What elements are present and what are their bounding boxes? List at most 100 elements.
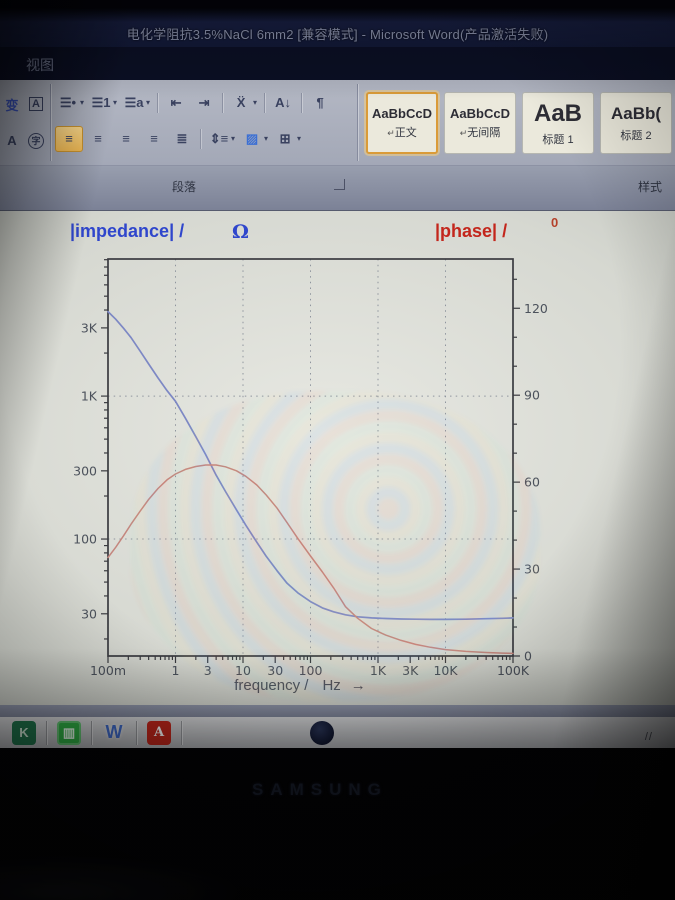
borders-button[interactable]: ⊞ ▾ [272,127,303,151]
bode-chart-object[interactable]: 100m 1 3 10 30 100 1K 3K 10K 100K 30 100 300 1K 3K 0 30 6… [0,249,675,689]
impedance-unit: Ω [232,221,249,243]
divider [200,128,201,149]
justify-icon: ≡ [150,131,158,146]
phase-axis-title: |phase| / [435,221,508,241]
decrease-indent-icon: ⇤ [170,94,182,110]
style-card-normal[interactable]: AaBbCcD ↵正文 [366,92,438,154]
chevron-down-icon: ▾ [80,98,85,107]
sort-icon: A↓ [275,95,291,110]
paragraph-group-label: 段落 [172,180,197,194]
taskbar-separator [181,720,182,745]
taskbar-separator [46,720,47,745]
word-taskbar-icon[interactable]: W [102,721,126,745]
group-divider [357,84,358,161]
document-area[interactable]: |impedance| / Ω |phase| / 0 100m 1 3 10 30 10… [0,210,675,706]
line-spacing-icon: ⇕≡ [209,130,229,146]
increase-indent-icon: ⇥ [198,94,210,110]
numbering-button[interactable]: ☰1 ▾ [88,91,119,115]
word-status-band [0,705,675,717]
svg-text:120: 120 [524,301,548,316]
svg-text:90: 90 [524,388,540,403]
style-name: ↵无间隔 [459,127,501,139]
character-border-icon[interactable]: A [25,93,47,115]
ribbon-tab-bar: 视图 [0,47,675,80]
style-card-heading1[interactable]: AaB 标题 1 [522,92,594,154]
justify-button[interactable]: ≡ [141,127,167,151]
svg-text:3K: 3K [81,320,98,335]
borders-icon: ⊞ [279,130,291,146]
svg-text:30: 30 [524,562,540,577]
svg-text:100K: 100K [497,663,530,678]
divider [301,92,303,113]
svg-text:100: 100 [299,663,323,678]
style-card-heading2[interactable]: AaBb( 标题 2 [600,92,672,154]
window-title: 电化学阻抗3.5%NaCl 6mm2 [兼容模式] - Microsoft Wo… [126,27,549,42]
taskbar: K ▥ W A // [0,717,675,748]
svg-text:10: 10 [235,663,251,678]
chevron-down-icon: ▾ [231,134,236,143]
align-right-icon: ≡ [122,131,130,146]
shading-icon: ▨ [245,130,259,146]
style-name: 标题 2 [620,129,652,142]
chevron-down-icon: ▾ [264,134,269,143]
style-name: ↵正文 [387,127,417,139]
svg-text:300: 300 [73,463,97,478]
distribute-icon: ≣ [176,130,188,146]
enclose-characters-icon[interactable]: 字 [25,130,47,152]
svg-text:1K: 1K [370,663,387,678]
bullets-button[interactable]: ☰• ▾ [55,91,86,115]
align-left-icon: ≡ [65,131,73,146]
svg-text:30: 30 [267,663,283,678]
svg-text:0: 0 [524,649,532,664]
decrease-indent-button[interactable]: ⇤ [163,91,189,115]
style-preview: AaBbCcD [372,106,432,121]
line-spacing-button[interactable]: ⇕≡ ▾ [206,127,237,151]
style-preview: AaBb( [610,103,662,123]
asian-layout-icon: Ẍ [236,95,246,110]
svg-text:3: 3 [204,663,212,678]
phase-unit-degree: 0 [551,215,559,230]
sort-button[interactable]: A↓ [270,91,296,115]
ribbon-controls: 变 A A 字 ☰• ▾ ☰1 ▾ ☰a ▾ ⇤ ⇥ Ẍ ▾ A↓ ¶ ≡ ≡ … [0,80,675,165]
align-left-button[interactable]: ≡ [55,125,83,152]
laptop-screen: 电化学阻抗3.5%NaCl 6mm2 [兼容模式] - Microsoft Wo… [0,0,675,900]
divider [157,92,159,113]
distribute-button[interactable]: ≣ [169,127,195,151]
show-marks-button[interactable]: ¶ [307,91,333,115]
multilevel-list-button[interactable]: ☰a ▾ [121,91,152,115]
align-right-button[interactable]: ≡ [113,127,139,151]
svg-text:10K: 10K [433,663,458,678]
x-axis-title: frequency / Hz → [234,677,366,694]
chevron-down-icon: ▾ [113,98,118,107]
ribbon-group-label-band: 段落 样式 [0,165,675,211]
qq-app-icon[interactable] [310,720,334,745]
paragraph-dialog-launcher-icon[interactable] [334,179,345,190]
increase-indent-button[interactable]: ⇥ [191,91,217,115]
adobe-reader-icon[interactable]: A [147,720,171,745]
tab-view[interactable]: 视图 [20,53,60,77]
styles-group-label: 样式 [638,180,663,194]
chart-header: |impedance| / Ω |phase| / 0 [0,215,675,251]
align-center-button[interactable]: ≡ [85,127,111,151]
chevron-down-icon: ▾ [297,134,302,143]
window-titlebar[interactable]: 电化学阻抗3.5%NaCl 6mm2 [兼容模式] - Microsoft Wo… [0,0,675,47]
divider [222,92,224,113]
taskbar-separator [136,720,137,745]
numbering-icon: ☰1 [91,94,111,110]
taskbar-separator [91,720,92,745]
app-icon-teal[interactable]: K [12,720,36,745]
bullets-icon: ☰• [59,94,77,110]
svg-text:100m: 100m [90,663,126,678]
phonetic-guide-icon[interactable]: 变 [1,93,23,115]
svg-text:100: 100 [73,532,97,547]
divider [264,92,266,113]
group-divider [50,84,51,161]
shading-button[interactable]: ▨ ▾ [239,127,270,151]
align-center-icon: ≡ [94,131,102,146]
style-card-no-spacing[interactable]: AaBbCcD ↵无间隔 [444,92,516,154]
chevron-down-icon: ▾ [253,98,258,107]
laptop-bezel: SAMSUNG [0,748,675,900]
asian-layout-button[interactable]: Ẍ ▾ [228,91,259,115]
app-icon-green[interactable]: ▥ [57,720,81,745]
character-shading-icon[interactable]: A [1,130,23,152]
